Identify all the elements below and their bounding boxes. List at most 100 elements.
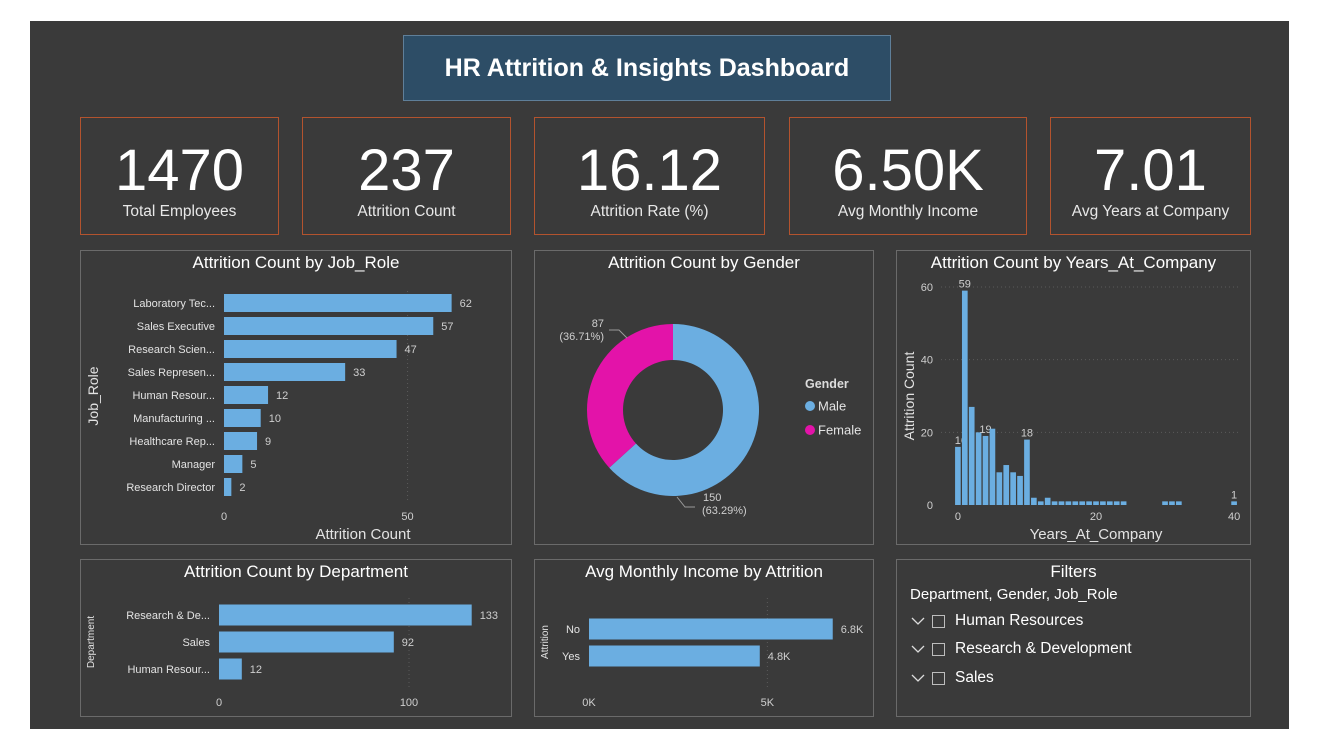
bar bbox=[224, 478, 232, 496]
data-label: 1 bbox=[1231, 489, 1237, 501]
filter-item-label: Human Resources bbox=[955, 612, 1084, 629]
bar bbox=[1086, 501, 1092, 505]
category-label: Manufacturing ... bbox=[133, 413, 215, 425]
bar bbox=[1037, 501, 1044, 505]
x-tick-label: 0 bbox=[221, 511, 227, 523]
data-label-percent: (36.71%) bbox=[559, 331, 604, 343]
y-tick-label: 20 bbox=[921, 427, 933, 439]
data-label: 4.8K bbox=[768, 651, 791, 663]
y-tick-label: 60 bbox=[921, 282, 933, 294]
bar bbox=[224, 409, 261, 427]
filter-item-label: Sales bbox=[955, 669, 994, 686]
y-axis-label: Job_Role bbox=[85, 366, 101, 425]
category-label: No bbox=[566, 624, 580, 636]
bar bbox=[1051, 501, 1058, 505]
data-label: 33 bbox=[353, 367, 365, 379]
filter-item-sales[interactable]: Sales bbox=[910, 667, 994, 689]
x-tick-label: 40 bbox=[1228, 511, 1240, 523]
bar bbox=[224, 340, 397, 358]
filter-checkbox[interactable] bbox=[932, 671, 945, 685]
data-label: 12 bbox=[250, 664, 262, 676]
dashboard-title: HR Attrition & Insights Dashboard bbox=[403, 35, 891, 101]
category-label: Research & De... bbox=[126, 610, 210, 622]
kpi-card-attrition-rate: 16.12 Attrition Rate (%) bbox=[534, 117, 765, 235]
bar bbox=[975, 432, 982, 505]
filters-panel: Filters Department, Gender, Job_Role Hum… bbox=[896, 559, 1251, 717]
bar bbox=[224, 363, 346, 381]
chevron-down-icon[interactable] bbox=[910, 613, 926, 629]
bar bbox=[1065, 501, 1072, 505]
bar bbox=[1231, 501, 1237, 505]
filter-checkbox[interactable] bbox=[932, 642, 945, 656]
bar bbox=[1120, 501, 1127, 505]
bar bbox=[1100, 501, 1106, 505]
y-axis-label: Attrition bbox=[540, 625, 551, 659]
category-label: Manager bbox=[172, 459, 216, 471]
category-label: Human Resour... bbox=[132, 390, 215, 402]
bar bbox=[1003, 465, 1010, 505]
kpi-value: 237 bbox=[358, 138, 455, 203]
bar bbox=[224, 432, 258, 450]
data-label: 87 bbox=[592, 318, 604, 330]
filters-title: Filters bbox=[1050, 562, 1097, 581]
category-label: Healthcare Rep... bbox=[129, 436, 215, 448]
x-tick-label: 50 bbox=[401, 511, 413, 523]
kpi-card-avg-monthly-income: 6.50K Avg Monthly Income bbox=[789, 117, 1027, 235]
kpi-card-avg-years: 7.01 Avg Years at Company bbox=[1050, 117, 1251, 235]
category-label: Human Resour... bbox=[127, 664, 210, 676]
category-label: Sales Executive bbox=[137, 321, 215, 333]
job-role-chart-panel[interactable]: Attrition Count by Job_Role 0 50 Laborator… bbox=[80, 250, 512, 545]
bar bbox=[589, 645, 760, 667]
bar bbox=[1017, 475, 1023, 505]
data-label: 6.8K bbox=[841, 624, 864, 636]
chevron-down-icon[interactable] bbox=[910, 641, 926, 657]
bar bbox=[1044, 497, 1051, 505]
bar bbox=[224, 317, 434, 335]
legend-label: Male bbox=[818, 399, 846, 414]
bar bbox=[955, 446, 961, 505]
category-label: Laboratory Tec... bbox=[133, 298, 215, 310]
department-chart-panel[interactable]: Attrition Count by Department 0 100 Resear… bbox=[80, 559, 512, 717]
data-label: 150 bbox=[703, 492, 721, 504]
kpi-value: 1470 bbox=[114, 138, 245, 203]
bar bbox=[1058, 501, 1065, 505]
x-tick-label: 0 bbox=[955, 511, 961, 523]
x-tick-label: 5K bbox=[761, 697, 775, 709]
filter-item-label: Research & Development bbox=[955, 640, 1132, 657]
income-chart-panel[interactable]: Avg Monthly Income by Attrition 0K 5K No 6.… bbox=[534, 559, 874, 717]
bar bbox=[1176, 501, 1182, 505]
data-label: 5 bbox=[250, 459, 256, 471]
bar bbox=[589, 618, 833, 640]
x-tick-label: 0K bbox=[582, 697, 596, 709]
dashboard-canvas: HR Attrition & Insights Dashboard 1470 T… bbox=[30, 21, 1289, 729]
data-label: 59 bbox=[959, 279, 971, 291]
data-label: 133 bbox=[480, 610, 498, 622]
bar bbox=[1072, 501, 1079, 505]
job-role-bar-chart: 0 50 Laboratory Tec... 62 Sales Executive 57 R… bbox=[85, 291, 472, 543]
kpi-label: Total Employees bbox=[122, 203, 237, 220]
filter-item-research-development[interactable]: Research & Development bbox=[910, 638, 1132, 660]
x-axis-label: Attrition Count bbox=[315, 526, 411, 543]
legend-label: Female bbox=[818, 423, 861, 438]
years-chart-panel[interactable]: Attrition Count by Years_At_Company 0 20 4… bbox=[896, 250, 1251, 545]
bar bbox=[1162, 501, 1168, 505]
bar bbox=[224, 294, 452, 312]
chevron-down-icon[interactable] bbox=[910, 670, 926, 686]
x-tick-label: 100 bbox=[400, 697, 418, 709]
category-label: Sales bbox=[182, 637, 210, 649]
bar bbox=[961, 290, 968, 505]
y-axis-label: Department bbox=[86, 616, 97, 668]
income-bar-chart: 0K 5K No 6.8K Yes 4.8K Attrition bbox=[540, 598, 864, 709]
filter-item-human-resources[interactable]: Human Resources bbox=[910, 610, 1083, 632]
kpi-value: 16.12 bbox=[576, 138, 723, 203]
data-label: 62 bbox=[460, 298, 472, 310]
category-label: Research Scien... bbox=[128, 344, 215, 356]
data-label: 57 bbox=[441, 321, 453, 333]
x-tick-label: 0 bbox=[216, 697, 222, 709]
filter-checkbox[interactable] bbox=[932, 614, 945, 628]
leader-line bbox=[676, 496, 695, 508]
bar bbox=[219, 631, 394, 653]
legend-marker bbox=[805, 401, 815, 411]
gender-chart-panel[interactable]: Attrition Count by Gender 150 (63.29%) 87(… bbox=[534, 250, 874, 545]
bar bbox=[1169, 501, 1175, 505]
